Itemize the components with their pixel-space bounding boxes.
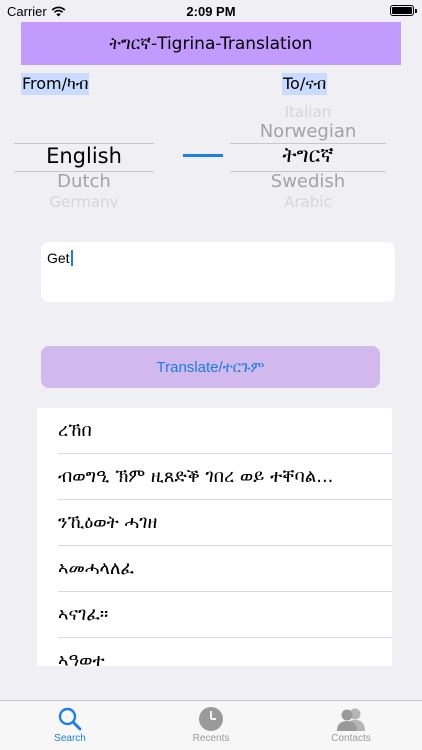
result-item[interactable]: ረኸበ [37,408,392,453]
to-picker-option[interactable]: Swedish [230,171,386,192]
to-picker-option[interactable]: Norwegian [230,121,386,142]
results-list[interactable]: ረኸበ ብወግዒ ኽም ዚጸድቕ ገበረ ወይ ተቐባል... ንኺዕወት ሓገ… [37,408,392,666]
clock-icon [199,707,223,731]
app-title: ትግርኛ-Tigrina-Translation [109,33,313,54]
tab-recents[interactable]: Recents [161,705,261,744]
search-icon [58,707,82,731]
tab-search[interactable]: Search [20,705,120,744]
to-language-picker[interactable]: Italian Norwegian ትግርኛ Swedish Arabic [230,100,386,208]
app-title-bar: ትግርኛ-Tigrina-Translation [21,22,401,65]
from-picker-option[interactable]: Dutch [14,171,154,192]
from-language-picker[interactable]: English Dutch Germany [14,100,154,208]
status-time: 2:09 PM [186,4,236,19]
tab-bar: Search Recents Contacts [0,700,422,750]
to-picker-option[interactable]: Italian [230,103,386,121]
translate-button[interactable]: Translate/ተርጉም [41,346,380,388]
result-item[interactable]: ብወግዒ ኽም ዚጸድቕ ገበረ ወይ ተቐባል... [37,454,392,499]
text-caret [70,250,73,266]
input-value: Get [47,250,70,266]
tab-label: Contacts [331,733,371,744]
tab-label: Recents [192,733,230,744]
battery-icon [390,5,417,16]
from-picker-selected[interactable]: English [14,144,154,168]
tab-label: Search [54,733,86,744]
from-label: From/ካብ [21,73,90,95]
result-item[interactable]: ኣመሓላለፈ [37,546,392,591]
to-label: To/ናብ [282,73,328,95]
status-bar: Carrier 2:09 PM [0,0,422,22]
to-picker-selected[interactable]: ትግርኛ [230,143,386,168]
result-item[interactable]: ኣዓወተ [37,638,392,666]
translate-button-label: Translate/ተርጉም [156,358,265,376]
result-item[interactable]: ኣናገፈ። [37,592,392,637]
to-picker-option[interactable]: Arabic [230,193,386,208]
from-picker-option[interactable]: Germany [14,193,154,208]
direction-dash [183,154,223,157]
tab-contacts[interactable]: Contacts [301,705,401,744]
source-text-input[interactable]: Get [41,242,395,302]
contacts-icon [337,708,365,731]
result-item[interactable]: ንኺዕወት ሓገዘ [37,500,392,545]
